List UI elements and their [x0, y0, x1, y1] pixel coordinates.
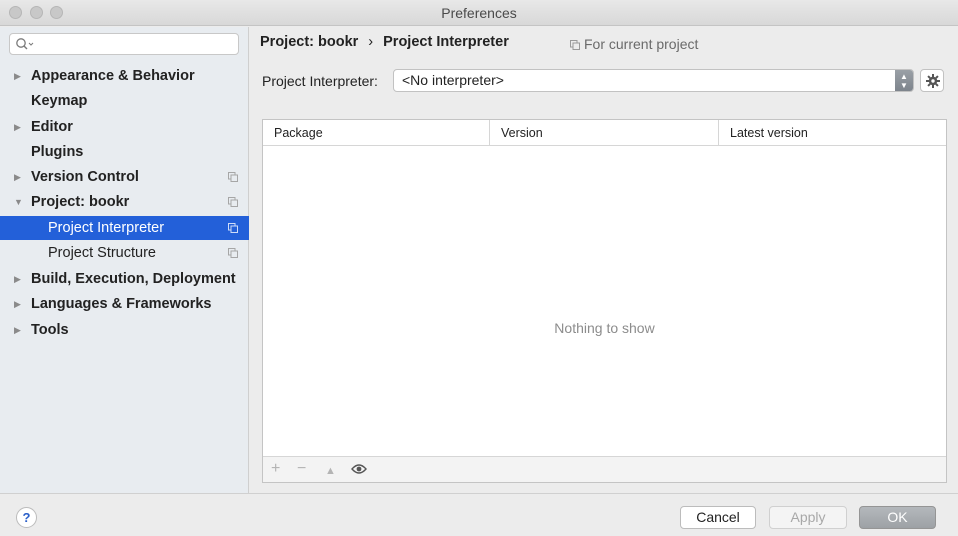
interpreter-select[interactable]: <No interpreter> ▲ ▼ — [393, 69, 914, 92]
project-scope-icon — [228, 223, 238, 233]
sidebar-item-project-structure[interactable]: Project Structure — [0, 241, 249, 265]
interpreter-settings-button[interactable] — [920, 69, 944, 92]
sidebar-item-languages-frameworks[interactable]: ▶ Languages & Frameworks — [0, 292, 249, 316]
sidebar: ▶ Appearance & Behavior Keymap ▶ Editor Plugi… — [0, 27, 249, 493]
sidebar-item-label: Tools — [31, 322, 69, 338]
empty-table-message: Nothing to show — [554, 320, 655, 336]
interpreter-value: <No interpreter> — [402, 72, 504, 88]
table-header: Package Version Latest version — [263, 120, 946, 146]
packages-toolbar: + − ▲ — [263, 456, 946, 482]
sidebar-item-label: Project Structure — [48, 245, 156, 261]
sidebar-item-label: Project: bookr — [31, 194, 130, 210]
column-header-latest-version[interactable]: Latest version — [719, 120, 946, 146]
scope-note-text: For current project — [584, 36, 699, 52]
project-scope-icon — [228, 197, 238, 207]
add-package-button[interactable]: + — [271, 460, 280, 478]
project-scope-icon — [570, 40, 580, 50]
sidebar-item-plugins[interactable]: Plugins — [0, 140, 249, 164]
upgrade-package-button[interactable]: ▲ — [325, 462, 336, 480]
sidebar-item-keymap[interactable]: Keymap — [0, 89, 249, 113]
show-early-releases-button[interactable] — [351, 462, 367, 480]
sidebar-item-label: Version Control — [31, 169, 139, 185]
sidebar-item-tools[interactable]: ▶ Tools — [0, 318, 249, 342]
settings-search-input[interactable] — [9, 33, 239, 55]
sidebar-item-label: Plugins — [31, 144, 84, 160]
sidebar-item-appearance-behavior[interactable]: ▶ Appearance & Behavior — [0, 64, 249, 88]
breadcrumb-current: Project Interpreter — [383, 34, 509, 50]
sidebar-item-label: Build, Execution, Deployment — [31, 271, 236, 287]
expanded-arrow-icon[interactable]: ▼ — [14, 190, 23, 214]
collapsed-arrow-icon[interactable]: ▶ — [14, 115, 21, 139]
gear-icon — [926, 74, 940, 88]
collapsed-arrow-icon[interactable]: ▶ — [14, 64, 21, 88]
eye-icon — [351, 464, 367, 474]
sidebar-item-editor[interactable]: ▶ Editor — [0, 115, 249, 139]
sidebar-item-label: Project Interpreter — [48, 220, 165, 236]
remove-package-button[interactable]: − — [297, 460, 306, 478]
breadcrumb: Project: bookr › Project Interpreter — [260, 34, 509, 50]
interpreter-label: Project Interpreter: — [262, 73, 378, 89]
breadcrumb-separator: › — [368, 34, 374, 50]
minimize-window-button[interactable] — [30, 6, 43, 19]
dialog-footer: ? Cancel Apply OK — [0, 493, 958, 536]
collapsed-arrow-icon[interactable]: ▶ — [14, 292, 21, 316]
sidebar-item-label: Keymap — [31, 93, 88, 109]
ok-button[interactable]: OK — [859, 506, 936, 529]
cancel-button[interactable]: Cancel — [680, 506, 756, 529]
chevron-up-down-icon[interactable]: ▲ ▼ — [895, 70, 913, 91]
close-window-button[interactable] — [9, 6, 22, 19]
window-title: Preferences — [441, 5, 517, 21]
sidebar-item-label: Editor — [31, 119, 73, 135]
sidebar-item-label: Appearance & Behavior — [31, 68, 195, 84]
packages-table[interactable]: Package Version Latest version Nothing t… — [262, 119, 947, 483]
column-header-package[interactable]: Package — [263, 120, 490, 146]
help-button[interactable]: ? — [16, 507, 37, 528]
settings-panel: Project: bookr › Project Interpreter For c… — [250, 27, 958, 493]
collapsed-arrow-icon[interactable]: ▶ — [14, 318, 21, 342]
project-scope-icon — [228, 248, 238, 258]
collapsed-arrow-icon[interactable]: ▶ — [14, 165, 21, 189]
sidebar-item-label: Languages & Frameworks — [31, 296, 212, 312]
apply-button[interactable]: Apply — [769, 506, 847, 529]
title-bar: Preferences — [0, 0, 958, 26]
breadcrumb-parent[interactable]: Project: bookr — [260, 34, 358, 50]
sidebar-item-project-interpreter[interactable]: Project Interpreter — [0, 216, 249, 240]
sidebar-item-version-control[interactable]: ▶ Version Control — [0, 165, 249, 189]
search-icon — [16, 38, 34, 50]
scope-note: For current project — [570, 36, 698, 52]
zoom-window-button[interactable] — [50, 6, 63, 19]
collapsed-arrow-icon[interactable]: ▶ — [14, 267, 21, 291]
sidebar-item-build-execution-deployment[interactable]: ▶ Build, Execution, Deployment — [0, 267, 249, 291]
project-scope-icon — [228, 172, 238, 182]
column-header-version[interactable]: Version — [490, 120, 719, 146]
sidebar-item-project-bookr[interactable]: ▼ Project: bookr — [0, 190, 249, 214]
